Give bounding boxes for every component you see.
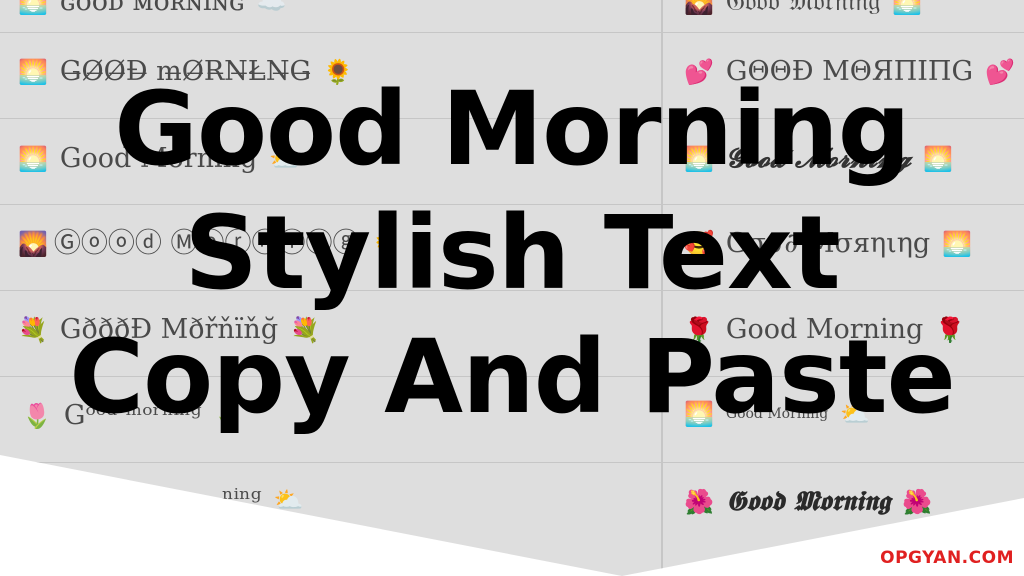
- headline-line-3: Copy And Paste: [69, 318, 956, 437]
- headline: Good Morning Stylish Text Copy And Paste: [0, 68, 1024, 440]
- row-divider: [0, 462, 1024, 463]
- sunrise-icon: 🌅: [892, 0, 923, 16]
- table-row: 🌺 𝕲𝖔𝖔𝖉 𝕸𝖔𝖗𝖓𝖎𝖓𝖌 🌺: [684, 488, 932, 515]
- brand-watermark[interactable]: OPGYAN.COM: [880, 548, 1014, 568]
- styled-text: ⁿⁱⁿᵍ: [222, 484, 262, 515]
- styled-text: 𝕲𝖔𝖔𝖉 𝕸𝖔𝖗𝖓𝖎𝖓𝖌: [725, 486, 891, 517]
- thumbnail: 🌅 ɢᴏᴏᴅ ᴍᴏʀɴɪɴɢ ☁️ 🌅 G̶Ø̶Ø̶Đ̶ m̶Ø̶R̶N̶Ł̶N…: [0, 0, 1024, 576]
- row-divider: [0, 32, 1024, 33]
- hibiscus-icon: 🌺: [902, 487, 932, 516]
- table-row: 🌄 𝔊𝔬𝔬𝔡 𝔐𝔬𝔯𝔫𝔦𝔫𝔤 🌅: [684, 0, 922, 15]
- headline-line-1: Good Morning: [114, 70, 910, 189]
- styled-text: 𝔊𝔬𝔬𝔡 𝔐𝔬𝔯𝔫𝔦𝔫𝔤: [725, 0, 881, 17]
- mountain-sunrise-icon: 🌄: [684, 0, 714, 16]
- cloud-icon: ☁️: [256, 0, 287, 16]
- sun-cloud-icon: ⛅: [273, 485, 304, 514]
- styled-text: ɢᴏᴏᴅ ᴍᴏʀɴɪɴɢ: [59, 0, 245, 17]
- table-row: ⁿⁱⁿᵍ ⛅: [210, 486, 303, 513]
- headline-line-2: Stylish Text: [184, 194, 840, 313]
- sunrise-icon: 🌅: [18, 0, 48, 16]
- table-row: 🌅 ɢᴏᴏᴅ ᴍᴏʀɴɪɴɢ ☁️: [18, 0, 286, 15]
- hibiscus-icon: 🌺: [684, 487, 714, 516]
